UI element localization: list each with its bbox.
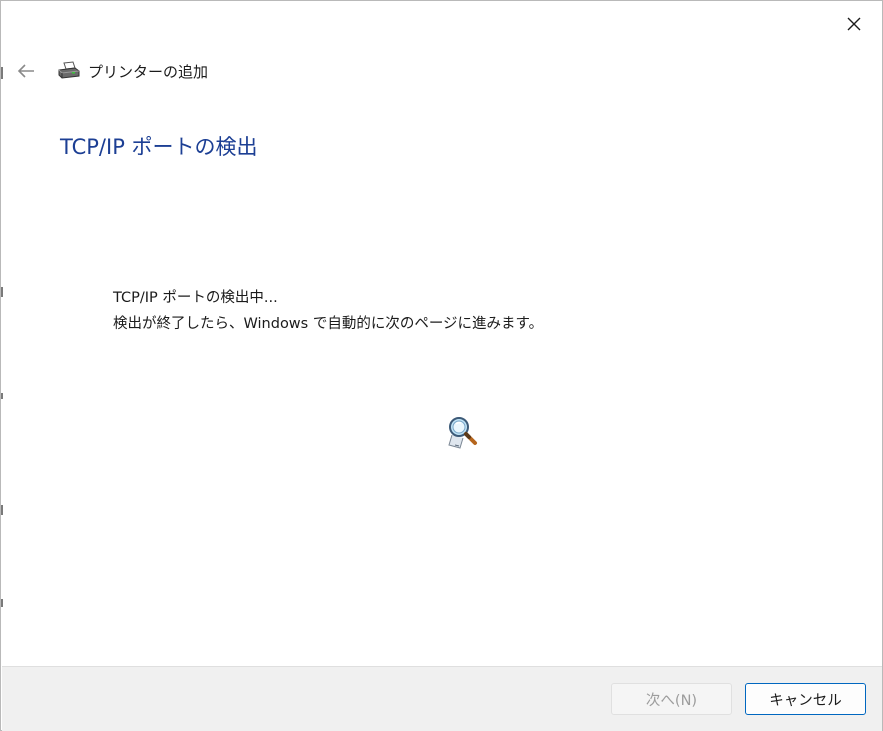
status-message-line-1: TCP/IP ポートの検出中... — [113, 290, 278, 306]
cancel-button[interactable]: キャンセル — [745, 683, 866, 715]
dialog-header: プリンターの追加 — [13, 57, 208, 85]
dialog-footer: 次へ(N) キャンセル — [2, 666, 882, 731]
printer-icon — [57, 61, 81, 81]
dialog-app-title: プリンターの追加 — [88, 62, 209, 81]
back-arrow-icon — [17, 64, 34, 78]
search-magnifier-icon — [446, 415, 478, 449]
status-message-line-2: 検出が終了したら、Windows で自動的に次のページに進みます。 — [113, 316, 544, 332]
close-icon — [847, 17, 861, 31]
add-printer-dialog: プリンターの追加 TCP/IP ポートの検出 TCP/IP ポートの検出中...… — [0, 0, 883, 731]
close-button[interactable] — [834, 7, 874, 41]
page-title: TCP/IP ポートの検出 — [60, 135, 258, 159]
status-message: TCP/IP ポートの検出中... 検出が終了したら、Windows で自動的に… — [113, 285, 543, 337]
back-button[interactable] — [13, 58, 39, 84]
next-button[interactable]: 次へ(N) — [611, 683, 732, 715]
